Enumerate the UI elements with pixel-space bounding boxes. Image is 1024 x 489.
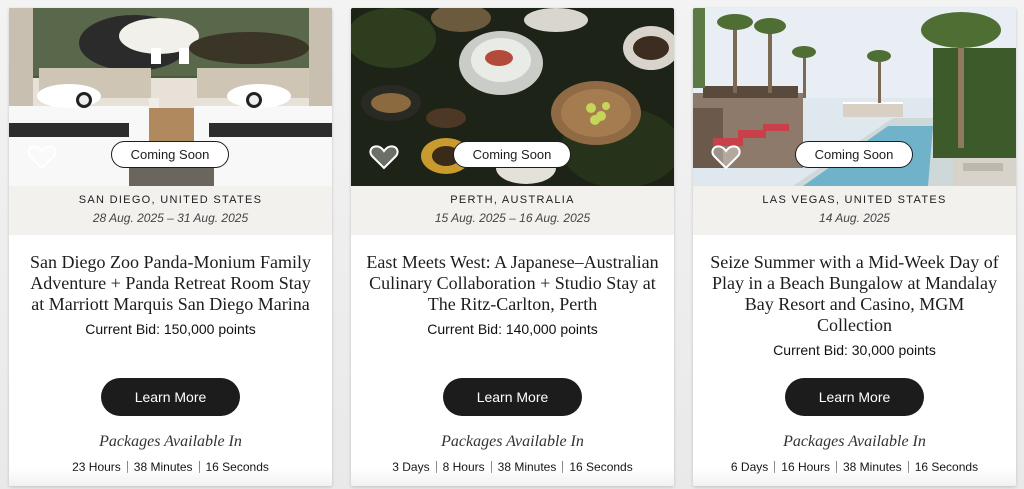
location-label: SAN DIEGO, UNITED STATES [78, 194, 263, 206]
auction-card[interactable]: Coming Soon LAS VEGAS, UNITED STATES 14 … [693, 8, 1016, 486]
location-label: LAS VEGAS, UNITED STATES [762, 194, 947, 206]
learn-more-button[interactable]: Learn More [101, 378, 240, 416]
card-bottom-fade [351, 468, 674, 486]
current-bid: Current Bid: 140,000 points [427, 321, 598, 337]
beach-bungalow-pool-image[interactable]: Coming Soon [693, 8, 1016, 186]
date-range: 28 Aug. 2025 – 31 Aug. 2025 [92, 211, 249, 225]
current-bid: Current Bid: 30,000 points [773, 342, 936, 358]
favorite-heart-icon[interactable] [369, 144, 399, 170]
coming-soon-badge: Coming Soon [795, 141, 913, 168]
location-dates-band: PERTH, AUSTRALIA 15 Aug. 2025 – 16 Aug. … [351, 186, 674, 235]
favorite-heart-icon[interactable] [711, 144, 741, 170]
card-bottom-fade [693, 468, 1016, 486]
culinary-dishes-image[interactable]: Coming Soon [351, 8, 674, 186]
learn-more-button[interactable]: Learn More [443, 378, 582, 416]
date-range: 15 Aug. 2025 – 16 Aug. 2025 [434, 211, 591, 225]
hotel-room-panda-image[interactable]: Coming Soon [9, 8, 332, 186]
location-label: PERTH, AUSTRALIA [450, 194, 575, 206]
current-bid: Current Bid: 150,000 points [85, 321, 256, 337]
coming-soon-badge: Coming Soon [453, 141, 571, 168]
packages-available-label: Packages Available In [441, 433, 584, 450]
coming-soon-badge: Coming Soon [111, 141, 229, 168]
learn-more-button[interactable]: Learn More [785, 378, 924, 416]
auction-cards-row: Coming Soon SAN DIEGO, UNITED STATES 28 … [0, 0, 1024, 489]
auction-card[interactable]: Coming Soon PERTH, AUSTRALIA 15 Aug. 202… [351, 8, 674, 486]
packages-available-label: Packages Available In [99, 433, 242, 450]
package-title[interactable]: Seize Summer with a Mid-Week Day of Play… [693, 252, 1016, 336]
location-dates-band: SAN DIEGO, UNITED STATES 28 Aug. 2025 – … [9, 186, 332, 235]
location-dates-band: LAS VEGAS, UNITED STATES 14 Aug. 2025 [693, 186, 1016, 235]
auction-card[interactable]: Coming Soon SAN DIEGO, UNITED STATES 28 … [9, 8, 332, 486]
packages-available-label: Packages Available In [783, 433, 926, 450]
card-bottom-fade [9, 468, 332, 486]
package-title[interactable]: East Meets West: A Japanese–Australian C… [351, 252, 674, 315]
date-range: 14 Aug. 2025 [819, 211, 890, 225]
favorite-heart-icon[interactable] [27, 144, 57, 170]
package-title[interactable]: San Diego Zoo Panda-Monium Family Advent… [9, 252, 332, 315]
